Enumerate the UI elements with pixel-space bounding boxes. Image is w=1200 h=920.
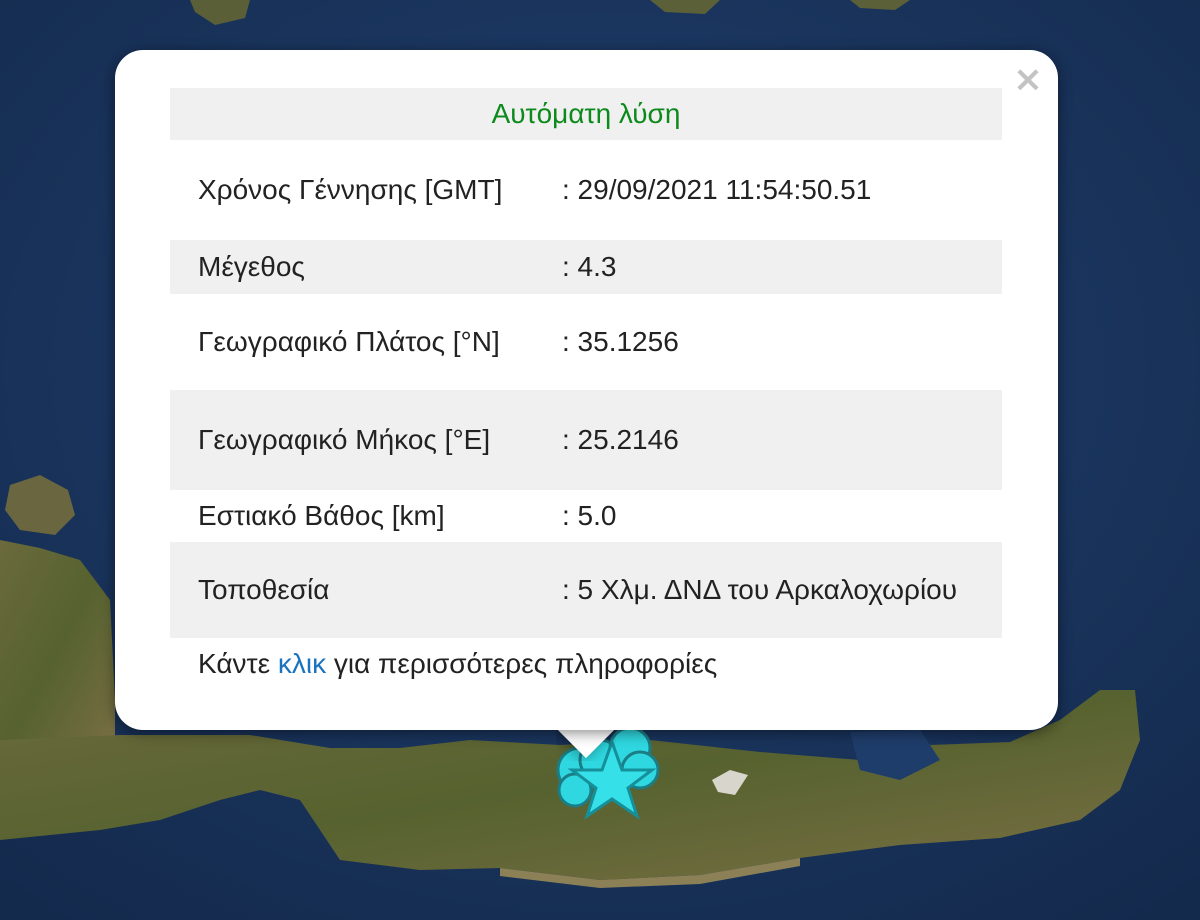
table-row: Γεωγραφικό Πλάτος [°N] : 35.1256 (170, 294, 1002, 390)
more-info-prefix: Κάντε (198, 648, 278, 679)
table-row: Μέγεθος : 4.3 (170, 240, 1002, 294)
row-label: Τοποθεσία (170, 542, 538, 638)
table-row: Χρόνος Γέννησης [GMT] : 29/09/2021 11:54… (170, 140, 1002, 240)
popup-header: Αυτόματη λύση (170, 88, 1002, 140)
row-label: Εστιακό Βάθος [km] (198, 500, 445, 531)
info-table: Αυτόματη λύση Χρόνος Γέννησης [GMT] : 29… (170, 88, 1002, 638)
row-label: Χρόνος Γέννησης [GMT] (198, 174, 503, 205)
table-row: Τοποθεσία : 5 Χλμ. ΔΝΔ του Αρκαλοχωρίου (170, 542, 1002, 638)
row-value: : 4.3 (538, 240, 1002, 294)
header-row: Αυτόματη λύση (170, 88, 1002, 140)
more-info-line: Κάντε κλικ για περισσότερες πληροφορίες (198, 644, 717, 684)
row-value: : 25.2146 (538, 390, 1002, 490)
row-value: : 5.0 (562, 500, 617, 531)
row-label: Γεωγραφικό Μήκος [°E] (170, 390, 538, 490)
row-label: Μέγεθος (170, 240, 538, 294)
row-value: : 29/09/2021 11:54:50.51 (562, 174, 872, 205)
more-info-suffix: για περισσότερες πληροφορίες (326, 648, 718, 679)
table-row: Εστιακό Βάθος [km] : 5.0 (170, 490, 1002, 542)
row-value: : 5 Χλμ. ΔΝΔ του Αρκαλοχωρίου (538, 542, 1002, 638)
close-button[interactable]: × (1010, 62, 1046, 98)
row-value: : 35.1256 (562, 326, 679, 357)
popup-tip (556, 729, 616, 761)
row-label: Γεωγραφικό Πλάτος [°N] (198, 326, 500, 357)
more-info-link[interactable]: κλικ (278, 648, 326, 679)
table-row: Γεωγραφικό Μήκος [°E] : 25.2146 (170, 390, 1002, 490)
